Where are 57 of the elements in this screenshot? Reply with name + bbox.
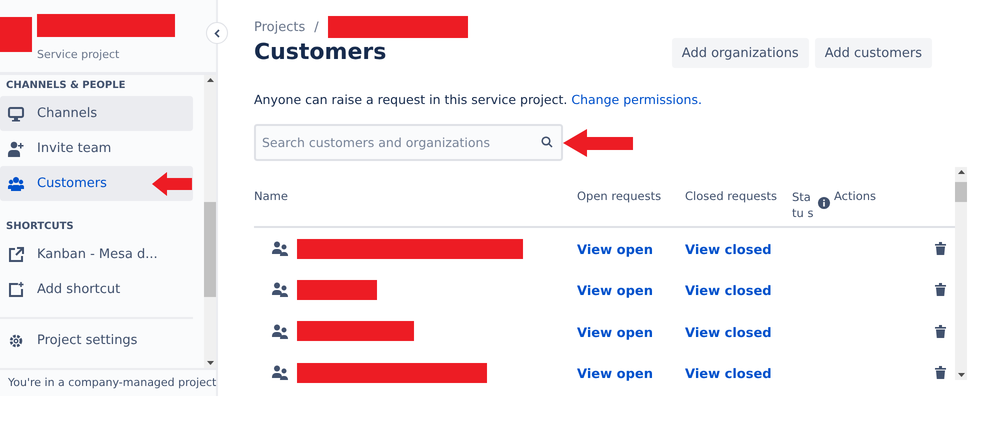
monitor-icon bbox=[7, 106, 25, 122]
section-heading: SHORTCUTS bbox=[5, 220, 75, 234]
view-closed-link[interactable]: View closed bbox=[685, 243, 772, 258]
collapse-button[interactable] bbox=[206, 22, 228, 44]
people-icon bbox=[272, 282, 289, 298]
info-icon bbox=[818, 197, 830, 209]
action-button[interactable]: Add organizations bbox=[672, 38, 809, 68]
search-field[interactable]: Search customers and organizations bbox=[254, 124, 563, 161]
nav-item[interactable]: Add shortcut bbox=[0, 272, 193, 307]
breadcrumb-separator: / bbox=[314, 20, 319, 34]
view-closed-link[interactable]: View closed bbox=[685, 326, 772, 341]
people-icon bbox=[272, 324, 289, 339]
scroll-thumb[interactable] bbox=[955, 182, 967, 202]
column-header: Name bbox=[254, 189, 289, 205]
breadcrumb-link[interactable]: Projects bbox=[254, 20, 306, 34]
change-permissions-link[interactable]: Change permissions. bbox=[571, 92, 702, 107]
view-open-link[interactable]: View open bbox=[577, 284, 653, 300]
nav-item[interactable]: Project settings bbox=[37, 333, 138, 349]
footer-note: You're in a company-managed project bbox=[0, 368, 216, 396]
scrollbar[interactable] bbox=[955, 167, 967, 380]
view-closed-link[interactable]: View closed bbox=[685, 367, 772, 382]
nav-item[interactable]: Customers bbox=[0, 166, 193, 201]
trash-icon[interactable] bbox=[935, 324, 946, 338]
trash-icon[interactable] bbox=[935, 283, 946, 296]
section-heading: CHANNELS & PEOPLE bbox=[5, 79, 126, 93]
people-icon bbox=[272, 365, 289, 380]
trash-icon[interactable] bbox=[935, 242, 946, 256]
external-link-icon bbox=[7, 246, 25, 262]
scroll-up-icon[interactable] bbox=[958, 170, 964, 174]
column-header: Statu s bbox=[792, 189, 814, 222]
nav-item[interactable]: Channels bbox=[0, 96, 193, 131]
scrollbar[interactable] bbox=[204, 75, 216, 368]
column-header: Open requests bbox=[577, 189, 662, 205]
scroll-down-icon[interactable] bbox=[206, 361, 214, 365]
view-open-link[interactable]: View open bbox=[577, 326, 653, 341]
nav-item[interactable]: Kanban - Mesa d... bbox=[0, 237, 193, 272]
add-shortcut-icon bbox=[7, 282, 25, 298]
description: Anyone can raise a request in this service project. Change permissions. bbox=[254, 92, 703, 107]
people-icon bbox=[7, 176, 25, 192]
column-header: Actions bbox=[834, 189, 878, 205]
trash-icon[interactable] bbox=[935, 366, 946, 380]
scroll-thumb[interactable] bbox=[204, 202, 216, 297]
people-icon bbox=[272, 241, 289, 256]
view-open-link[interactable]: View open bbox=[577, 367, 653, 382]
view-open-link[interactable]: View open bbox=[577, 243, 653, 258]
action-button[interactable]: Add customers bbox=[814, 38, 932, 68]
view-closed-link[interactable]: View closed bbox=[685, 284, 772, 300]
add-person-icon bbox=[7, 140, 25, 156]
column-header: Closed requests bbox=[685, 189, 778, 205]
nav-item[interactable]: Invite team bbox=[0, 131, 193, 166]
gear-icon bbox=[7, 333, 25, 349]
search-icon bbox=[541, 136, 553, 148]
project-type: Service project bbox=[37, 48, 120, 61]
chevron-left-icon bbox=[214, 28, 220, 38]
scroll-down-icon[interactable] bbox=[958, 373, 964, 377]
scroll-up-icon[interactable] bbox=[206, 78, 214, 82]
page-title: Customers bbox=[254, 40, 386, 65]
